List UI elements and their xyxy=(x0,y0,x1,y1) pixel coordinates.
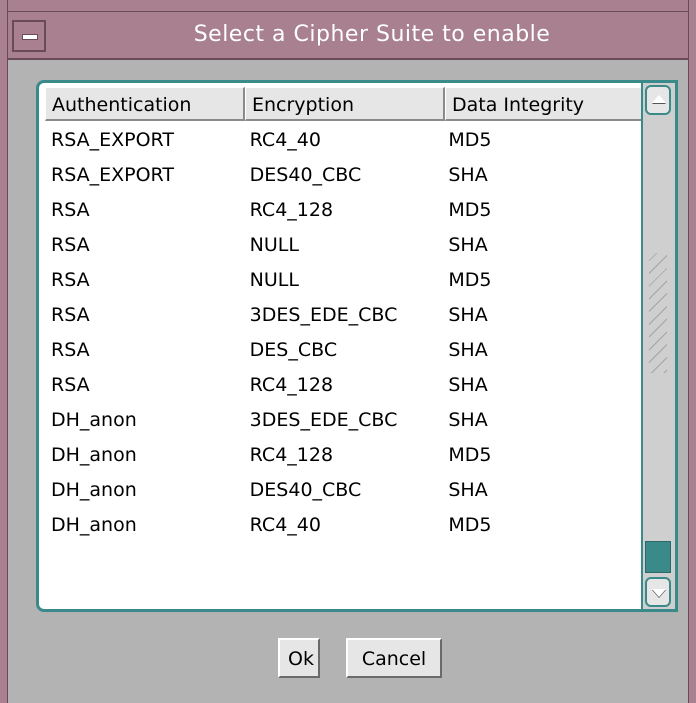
table-body: RSA_EXPORT RC4_40 MD5 RSA_EXPORT DES40_CBC SH… xyxy=(45,123,643,543)
cell-encryption: NULL xyxy=(249,269,299,291)
cell-authentication: DH_anon xyxy=(51,479,137,501)
cell-encryption: RC4_128 xyxy=(249,444,334,466)
cell-authentication: RSA_EXPORT xyxy=(51,164,174,186)
cell-data-integrity: MD5 xyxy=(448,129,492,151)
cell-authentication: RSA xyxy=(51,339,90,361)
cell-authentication: RSA xyxy=(51,269,90,291)
vertical-scrollbar[interactable] xyxy=(641,83,675,609)
table-row[interactable]: RSA DES_CBC SHA xyxy=(45,333,643,368)
cipher-suite-table: Authentication Encryption Data Integrity… xyxy=(36,80,678,612)
table-row[interactable]: DH_anon RC4_40 MD5 xyxy=(45,508,643,543)
table-header: Authentication Encryption Data Integrity xyxy=(45,87,647,121)
cell-data-integrity: SHA xyxy=(448,409,488,431)
cell-encryption: RC4_40 xyxy=(249,129,321,151)
cell-authentication: RSA xyxy=(51,304,90,326)
cancel-button[interactable]: Cancel xyxy=(346,638,442,678)
cell-encryption: 3DES_EDE_CBC xyxy=(249,409,398,431)
window-title: Select a Cipher Suite to enable xyxy=(193,22,551,47)
column-header-encryption[interactable]: Encryption xyxy=(245,87,445,121)
scrollbar-thumb[interactable] xyxy=(645,541,671,573)
column-header-authentication[interactable]: Authentication xyxy=(45,87,245,121)
cell-encryption: RC4_128 xyxy=(249,374,334,396)
table-row[interactable]: DH_anon 3DES_EDE_CBC SHA xyxy=(45,403,643,438)
table-row[interactable]: DH_anon RC4_128 MD5 xyxy=(45,438,643,473)
cell-encryption: RC4_128 xyxy=(249,199,334,221)
cell-encryption: DES_CBC xyxy=(249,339,338,361)
ok-button[interactable]: Ok xyxy=(278,638,320,678)
cell-data-integrity: SHA xyxy=(448,164,488,186)
cell-encryption: NULL xyxy=(249,234,299,256)
cell-authentication: RSA_EXPORT xyxy=(51,129,174,151)
cell-authentication: RSA xyxy=(51,374,90,396)
table-row[interactable]: RSA 3DES_EDE_CBC SHA xyxy=(45,298,643,333)
cell-data-integrity: MD5 xyxy=(448,514,492,536)
cell-authentication: RSA xyxy=(51,199,90,221)
cell-encryption: RC4_40 xyxy=(249,514,321,536)
window-frame-top[interactable] xyxy=(0,0,696,12)
cell-authentication: DH_anon xyxy=(51,514,137,536)
table-row[interactable]: RSA NULL MD5 xyxy=(45,263,643,298)
arrow-down-icon[interactable] xyxy=(645,577,671,607)
cell-encryption: DES40_CBC xyxy=(249,164,362,186)
cell-encryption: DES40_CBC xyxy=(249,479,362,501)
column-header-data-integrity[interactable]: Data Integrity xyxy=(445,87,647,121)
cell-data-integrity: MD5 xyxy=(448,269,492,291)
table-row[interactable]: RSA_EXPORT DES40_CBC SHA xyxy=(45,158,643,193)
table-row[interactable]: RSA NULL SHA xyxy=(45,228,643,263)
window-frame-left[interactable] xyxy=(0,0,8,703)
scrollbar-grip xyxy=(649,253,667,373)
cell-authentication: DH_anon xyxy=(51,409,137,431)
cell-data-integrity: MD5 xyxy=(448,199,492,221)
table-row[interactable]: RSA_EXPORT RC4_40 MD5 xyxy=(45,123,643,158)
cell-authentication: RSA xyxy=(51,234,90,256)
dialog-buttons: Ok Cancel xyxy=(0,638,696,682)
table-row[interactable]: RSA RC4_128 MD5 xyxy=(45,193,643,228)
table-row[interactable]: RSA RC4_128 SHA xyxy=(45,368,643,403)
cipher-suite-dialog: Select a Cipher Suite to enable Authenti… xyxy=(0,0,696,703)
arrow-up-icon[interactable] xyxy=(645,85,671,115)
cell-data-integrity: SHA xyxy=(448,374,488,396)
cell-authentication: DH_anon xyxy=(51,444,137,466)
table-row[interactable]: DH_anon DES40_CBC SHA xyxy=(45,473,643,508)
cell-data-integrity: SHA xyxy=(448,304,488,326)
cell-data-integrity: MD5 xyxy=(448,444,492,466)
window-menu-icon[interactable] xyxy=(12,20,46,52)
cell-data-integrity: SHA xyxy=(448,339,488,361)
title-bar[interactable]: Select a Cipher Suite to enable xyxy=(8,12,688,60)
cell-encryption: 3DES_EDE_CBC xyxy=(249,304,398,326)
cell-data-integrity: SHA xyxy=(448,479,488,501)
window-frame-right[interactable] xyxy=(688,0,696,703)
cell-data-integrity: SHA xyxy=(448,234,488,256)
